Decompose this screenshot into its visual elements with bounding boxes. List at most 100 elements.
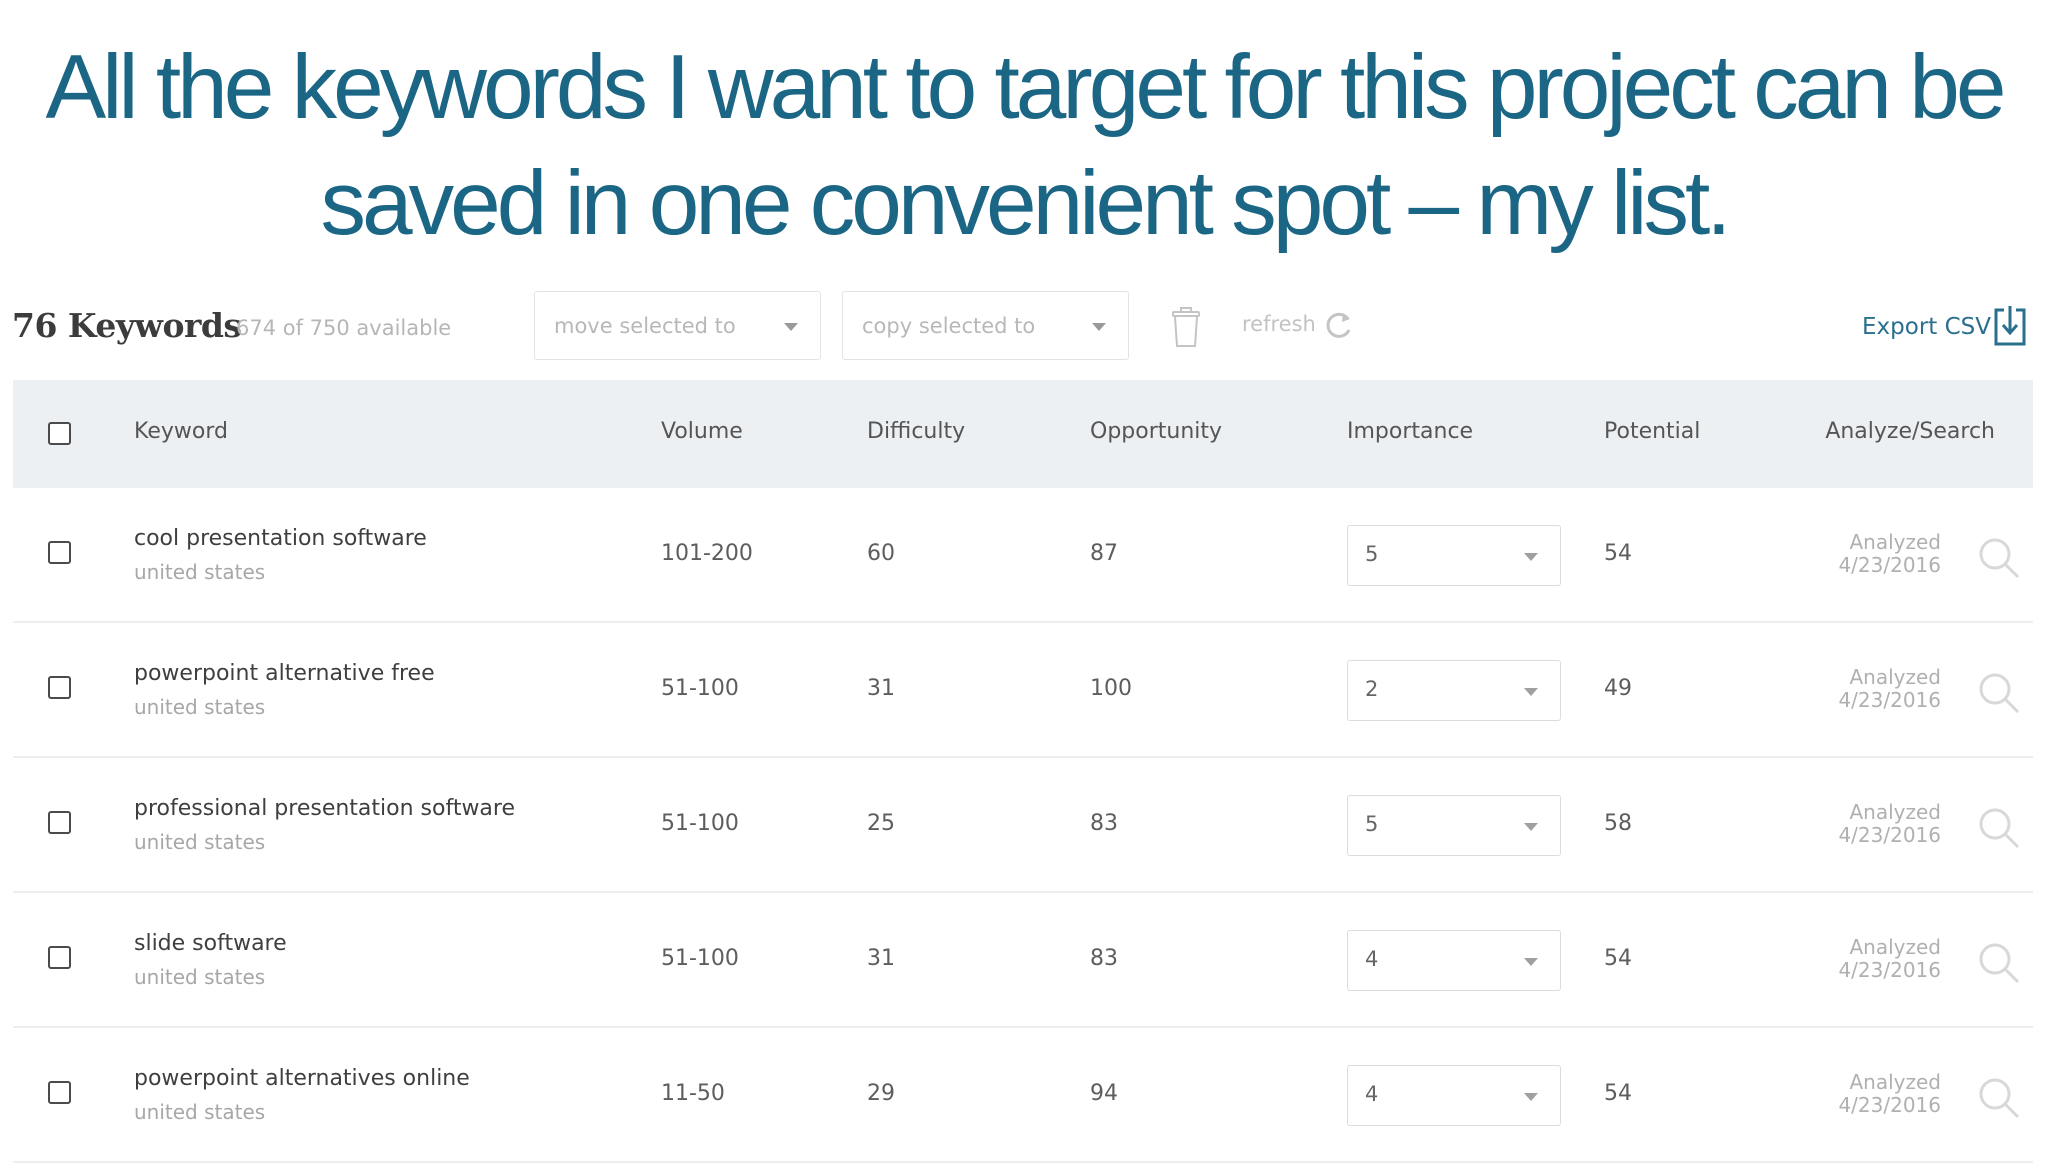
potential-value: 49 xyxy=(1604,676,1632,701)
analyzed-label: Analyzed xyxy=(1849,800,1941,824)
importance-dropdown[interactable]: 2 xyxy=(1347,660,1561,721)
download-icon[interactable] xyxy=(1992,304,2028,348)
copy-selected-dropdown[interactable]: copy selected to xyxy=(842,291,1129,360)
search-icon[interactable] xyxy=(1976,940,2022,986)
keyword-list-panel: 76 Keywords 674 of 750 available move se… xyxy=(0,282,2048,1163)
keyword-location: united states xyxy=(134,830,266,854)
keyword-name: powerpoint alternative free xyxy=(134,661,435,686)
analyzed-status: Analyzed 4/23/2016 xyxy=(1838,531,1941,577)
difficulty-value: 31 xyxy=(867,676,895,701)
volume-value: 11-50 xyxy=(661,1081,725,1106)
select-all-checkbox[interactable] xyxy=(48,422,71,445)
potential-value: 54 xyxy=(1604,1081,1632,1106)
table-body: cool presentation software united states… xyxy=(13,488,2033,1163)
search-icon[interactable] xyxy=(1976,535,2022,581)
analyzed-date: 4/23/2016 xyxy=(1838,688,1941,712)
analyzed-date: 4/23/2016 xyxy=(1838,1093,1941,1117)
importance-value: 2 xyxy=(1365,677,1379,701)
column-analyze-search[interactable]: Analyze/Search xyxy=(1825,419,1995,444)
difficulty-value: 60 xyxy=(867,541,895,566)
opportunity-value: 100 xyxy=(1090,676,1132,701)
row-checkbox[interactable] xyxy=(48,676,71,699)
search-icon[interactable] xyxy=(1976,1075,2022,1121)
chevron-down-icon xyxy=(1524,553,1538,561)
chevron-down-icon xyxy=(1524,688,1538,696)
volume-value: 51-100 xyxy=(661,811,739,836)
available-count: 674 of 750 available xyxy=(236,316,452,340)
search-icon[interactable] xyxy=(1976,805,2022,851)
chevron-down-icon xyxy=(1092,323,1106,331)
refresh-icon[interactable] xyxy=(1324,310,1354,340)
table-row: powerpoint alternatives online united st… xyxy=(13,1028,2033,1163)
table-header: Keyword Volume Difficulty Opportunity Im… xyxy=(13,380,2033,488)
opportunity-value: 87 xyxy=(1090,541,1118,566)
column-keyword[interactable]: Keyword xyxy=(134,419,228,444)
potential-value: 54 xyxy=(1604,946,1632,971)
importance-value: 5 xyxy=(1365,812,1379,836)
volume-value: 51-100 xyxy=(661,676,739,701)
importance-value: 4 xyxy=(1365,1082,1379,1106)
refresh-button[interactable]: refresh xyxy=(1242,312,1316,336)
importance-value: 4 xyxy=(1365,947,1379,971)
analyzed-date: 4/23/2016 xyxy=(1838,553,1941,577)
trash-icon[interactable] xyxy=(1170,306,1202,348)
export-csv-button[interactable]: Export CSV xyxy=(1862,314,1991,340)
analyzed-date: 4/23/2016 xyxy=(1838,823,1941,847)
importance-dropdown[interactable]: 4 xyxy=(1347,1065,1561,1126)
keyword-location: united states xyxy=(134,1100,266,1124)
keyword-location: united states xyxy=(134,560,266,584)
table-row: cool presentation software united states… xyxy=(13,488,2033,623)
potential-value: 54 xyxy=(1604,541,1632,566)
column-difficulty[interactable]: Difficulty xyxy=(867,419,965,444)
copy-selected-label: copy selected to xyxy=(862,314,1036,338)
slide-title: All the keywords I want to target for th… xyxy=(0,30,2048,262)
toolbar: 76 Keywords 674 of 750 available move se… xyxy=(0,282,2048,370)
importance-dropdown[interactable]: 5 xyxy=(1347,525,1561,586)
column-potential[interactable]: Potential xyxy=(1604,419,1700,444)
row-checkbox[interactable] xyxy=(48,541,71,564)
chevron-down-icon xyxy=(1524,958,1538,966)
analyzed-status: Analyzed 4/23/2016 xyxy=(1838,801,1941,847)
potential-value: 58 xyxy=(1604,811,1632,836)
row-checkbox[interactable] xyxy=(48,811,71,834)
table-row: slide software united states 51-100 31 8… xyxy=(13,893,2033,1028)
importance-dropdown[interactable]: 5 xyxy=(1347,795,1561,856)
move-selected-label: move selected to xyxy=(554,314,736,338)
table-row: professional presentation software unite… xyxy=(13,758,2033,893)
column-opportunity[interactable]: Opportunity xyxy=(1090,419,1222,444)
move-selected-dropdown[interactable]: move selected to xyxy=(534,291,821,360)
difficulty-value: 31 xyxy=(867,946,895,971)
analyzed-label: Analyzed xyxy=(1849,1070,1941,1094)
slide-title-line-2: saved in one convenient spot – my list. xyxy=(320,153,1731,254)
analyzed-label: Analyzed xyxy=(1849,665,1941,689)
volume-value: 101-200 xyxy=(661,541,753,566)
slide-title-line-1: All the keywords I want to target for th… xyxy=(45,37,2006,138)
row-checkbox[interactable] xyxy=(48,1081,71,1104)
keywords-table: Keyword Volume Difficulty Opportunity Im… xyxy=(13,380,2033,1163)
column-importance[interactable]: Importance xyxy=(1347,419,1473,444)
chevron-down-icon xyxy=(1524,1093,1538,1101)
chevron-down-icon xyxy=(784,323,798,331)
difficulty-value: 25 xyxy=(867,811,895,836)
keyword-name: slide software xyxy=(134,931,287,956)
keyword-count: 76 Keywords xyxy=(12,306,242,345)
keyword-location: united states xyxy=(134,695,266,719)
opportunity-value: 94 xyxy=(1090,1081,1118,1106)
column-volume[interactable]: Volume xyxy=(661,419,743,444)
keyword-location: united states xyxy=(134,965,266,989)
analyzed-status: Analyzed 4/23/2016 xyxy=(1838,1071,1941,1117)
keyword-name: cool presentation software xyxy=(134,526,427,551)
volume-value: 51-100 xyxy=(661,946,739,971)
opportunity-value: 83 xyxy=(1090,811,1118,836)
keyword-name: powerpoint alternatives online xyxy=(134,1066,470,1091)
analyzed-status: Analyzed 4/23/2016 xyxy=(1838,936,1941,982)
importance-dropdown[interactable]: 4 xyxy=(1347,930,1561,991)
difficulty-value: 29 xyxy=(867,1081,895,1106)
search-icon[interactable] xyxy=(1976,670,2022,716)
opportunity-value: 83 xyxy=(1090,946,1118,971)
analyzed-date: 4/23/2016 xyxy=(1838,958,1941,982)
analyzed-label: Analyzed xyxy=(1849,935,1941,959)
table-row: powerpoint alternative free united state… xyxy=(13,623,2033,758)
row-checkbox[interactable] xyxy=(48,946,71,969)
analyzed-status: Analyzed 4/23/2016 xyxy=(1838,666,1941,712)
